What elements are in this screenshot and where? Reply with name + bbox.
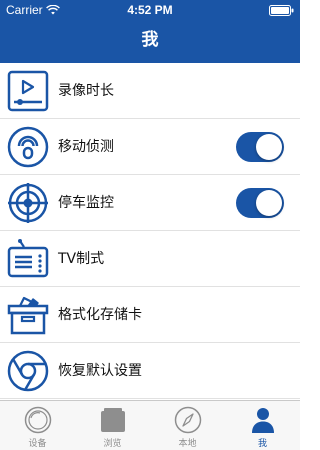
tab-me[interactable]: 我 xyxy=(225,401,300,450)
tab-browse[interactable]: 浏览 xyxy=(75,401,150,450)
device-icon xyxy=(24,406,52,434)
tab-label: 浏览 xyxy=(103,439,122,449)
parking-monitor-toggle[interactable] xyxy=(236,188,284,218)
status-bar: Carrier 4:52 PM xyxy=(0,0,300,20)
setting-tv-standard[interactable]: TV制式 xyxy=(0,231,300,287)
toggle-knob xyxy=(256,190,282,216)
tab-bar: 设备 浏览 本地 我 xyxy=(0,400,300,450)
restore-defaults-icon xyxy=(7,350,49,392)
tab-label: 设备 xyxy=(28,439,47,449)
setting-format-card[interactable]: 格式化存储卡 xyxy=(0,287,300,343)
tab-label: 本地 xyxy=(178,439,197,449)
battery-icon xyxy=(269,5,294,16)
parking-monitor-icon xyxy=(8,183,48,223)
motion-detection-toggle[interactable] xyxy=(236,132,284,162)
format-card-icon xyxy=(7,296,49,335)
setting-video-duration[interactable]: 录像时长 xyxy=(0,63,300,119)
setting-restore-defaults[interactable]: 恢复默认设置 xyxy=(0,343,300,399)
setting-label: 格式化存储卡 xyxy=(58,307,142,323)
tab-label: 我 xyxy=(257,439,267,449)
header: Carrier 4:52 PM 我 xyxy=(0,0,300,63)
setting-label: 恢复默认设置 xyxy=(58,363,142,379)
setting-label: 录像时长 xyxy=(58,83,114,99)
tab-device[interactable]: 设备 xyxy=(0,401,75,450)
tab-local[interactable]: 本地 xyxy=(150,401,225,450)
setting-label: 移动侦测 xyxy=(58,139,114,155)
browse-icon xyxy=(101,408,125,432)
toggle-knob xyxy=(256,134,282,160)
status-time: 4:52 PM xyxy=(127,3,173,17)
page-title: 我 xyxy=(141,30,159,50)
tv-icon xyxy=(7,239,49,278)
compass-icon xyxy=(174,406,202,434)
video-duration-icon xyxy=(7,70,49,112)
setting-label: 停车监控 xyxy=(58,195,114,211)
setting-parking-monitor[interactable]: 停车监控 xyxy=(0,175,300,231)
motion-detection-icon xyxy=(7,126,49,168)
settings-list: 录像时长 移动侦测 停车监控 TV制式 格式化存储卡 恢复默认设置 xyxy=(0,63,300,399)
setting-label: TV制式 xyxy=(58,251,105,267)
setting-motion-detection[interactable]: 移动侦测 xyxy=(0,119,300,175)
person-icon xyxy=(252,408,274,433)
